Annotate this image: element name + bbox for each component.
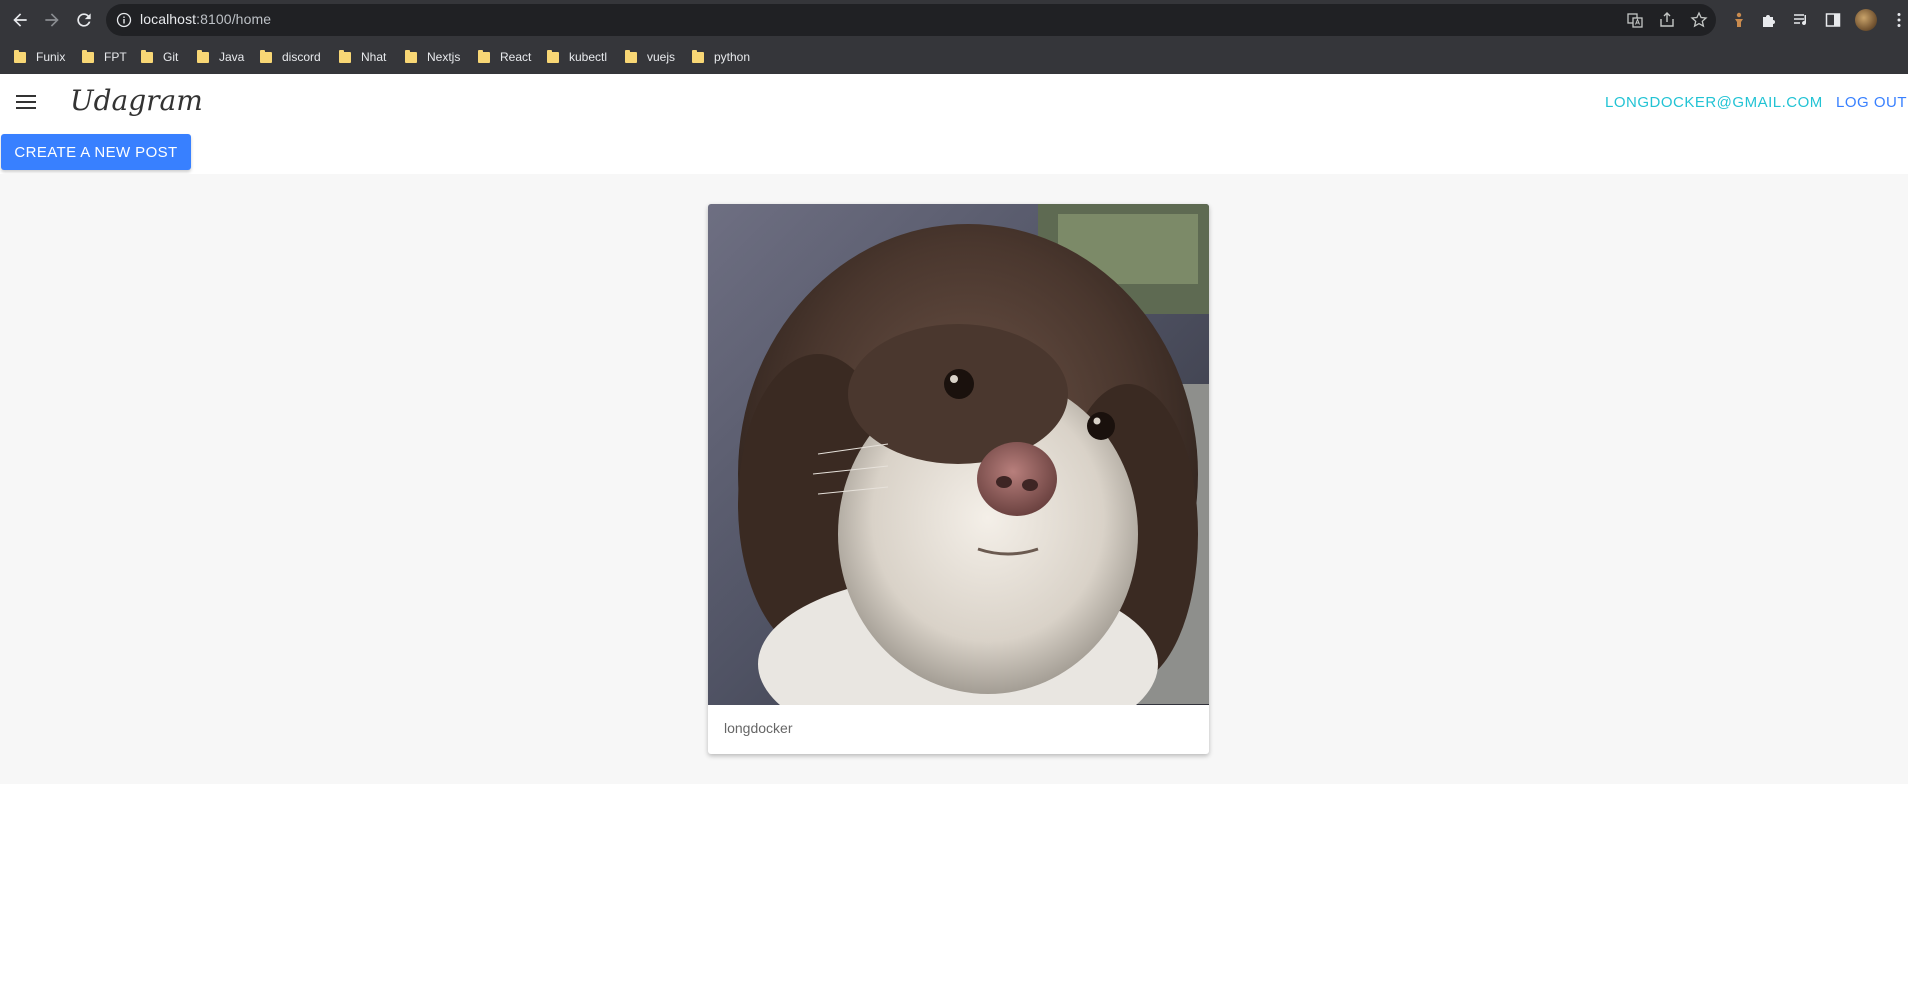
browser-toolbar: localhost:8100/home: [0, 0, 1908, 40]
folder-icon: [82, 49, 94, 63]
folder-icon: [478, 49, 490, 63]
bookmark-nextjs[interactable]: Nextjs: [405, 49, 460, 65]
bookmark-label: python: [714, 50, 751, 64]
bookmark-discord[interactable]: discord: [260, 49, 321, 65]
action-toolbar: [0, 130, 1908, 174]
bookmark-label: Funix: [36, 50, 66, 64]
bookmark-label: Java: [219, 50, 245, 64]
bookmark-label: Nextjs: [427, 50, 461, 64]
bookmark-vuejs[interactable]: vuejs: [625, 49, 675, 65]
bookmark-label: React: [500, 50, 532, 64]
bookmark-java[interactable]: Java: [197, 49, 244, 65]
folder-icon: [339, 49, 351, 63]
reload-icon[interactable]: [72, 8, 96, 32]
bookmark-kubectl[interactable]: kubectl: [547, 49, 607, 65]
bookmark-label: Nhat: [361, 50, 387, 64]
url-host: localhost: [140, 11, 197, 27]
folder-icon: [547, 49, 559, 63]
post-author: longdocker: [724, 720, 793, 736]
bookmark-react[interactable]: React: [478, 49, 531, 65]
address-bar[interactable]: localhost:8100/home: [106, 4, 1716, 36]
logout-button[interactable]: LOG OUT: [1836, 94, 1907, 111]
folder-icon: [260, 49, 272, 63]
back-icon[interactable]: [8, 8, 32, 32]
site-info-icon[interactable]: [116, 12, 132, 28]
folder-icon: [405, 49, 417, 63]
bookmark-label: discord: [282, 50, 321, 64]
folder-icon: [14, 49, 26, 63]
media-queue-icon[interactable]: [1792, 11, 1810, 29]
side-panel-icon[interactable]: [1824, 11, 1842, 29]
app-title: Udagram: [70, 84, 203, 117]
share-icon[interactable]: [1658, 11, 1676, 29]
bookmark-label: Git: [163, 50, 179, 64]
bookmark-label: vuejs: [647, 50, 676, 64]
post-card: longdocker: [708, 204, 1209, 754]
folder-icon: [141, 49, 153, 63]
folder-icon: [692, 49, 704, 63]
forward-icon[interactable]: [40, 8, 64, 32]
bookmark-git[interactable]: Git: [141, 49, 178, 65]
translate-icon[interactable]: [1626, 11, 1644, 29]
bookmark-label: kubectl: [569, 50, 608, 64]
profile-avatar[interactable]: [1855, 9, 1877, 31]
bookmark-label: FPT: [104, 50, 127, 64]
star-icon[interactable]: [1690, 11, 1708, 29]
app-header: Udagram LONGDOCKER@GMAIL.COM LOG OUT: [0, 74, 1908, 130]
bookmark-fpt[interactable]: FPT: [82, 49, 127, 65]
bookmarks-bar: Funix FPT Git Java discord Nhat Nextjs R…: [0, 40, 1908, 75]
bookmark-nhat[interactable]: Nhat: [339, 49, 386, 65]
url-text: localhost:8100/home: [140, 11, 271, 27]
bookmark-python[interactable]: python: [692, 49, 750, 65]
bookmark-funix[interactable]: Funix: [14, 49, 65, 65]
more-menu-icon[interactable]: [1890, 11, 1908, 29]
url-path: :8100/home: [196, 11, 272, 27]
menu-icon[interactable]: [14, 90, 38, 114]
user-email-button[interactable]: LONGDOCKER@GMAIL.COM: [1605, 94, 1823, 111]
folder-icon: [625, 49, 637, 63]
folder-icon: [197, 49, 209, 63]
extension-figure-icon[interactable]: [1730, 11, 1748, 29]
extensions-puzzle-icon[interactable]: [1760, 11, 1778, 29]
dog-photo-image: [708, 204, 1209, 754]
create-post-button[interactable]: CREATE A NEW POST: [1, 134, 191, 170]
